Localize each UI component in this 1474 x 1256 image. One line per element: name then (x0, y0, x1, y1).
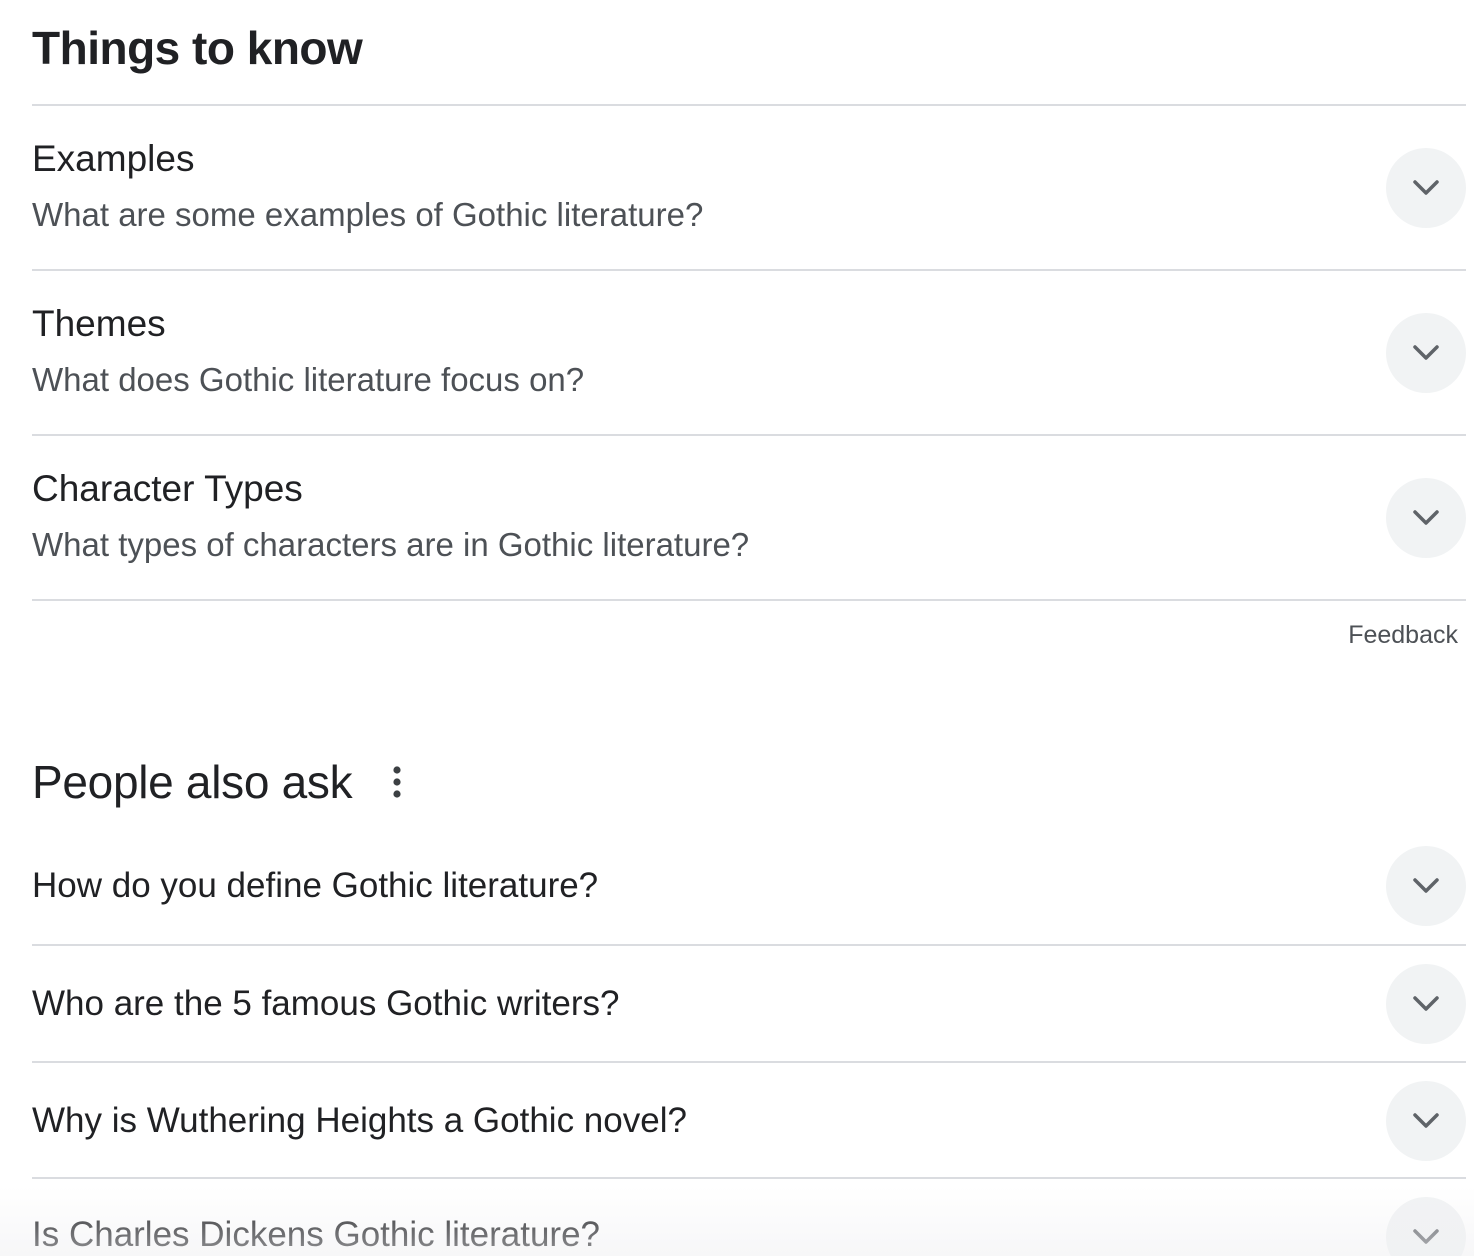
chevron-down-icon (1413, 345, 1439, 360)
expand-button[interactable] (1386, 148, 1466, 228)
chevron-down-icon (1413, 1229, 1439, 1244)
expand-button[interactable] (1386, 846, 1466, 926)
paa-question-row[interactable]: Is Charles Dickens Gothic literature? (32, 1179, 1466, 1256)
paa-question-row[interactable]: Who are the 5 famous Gothic writers? (32, 946, 1466, 1062)
item-heading: Themes (32, 303, 166, 344)
chevron-down-icon (1413, 878, 1439, 893)
paa-question-row[interactable]: How do you define Gothic literature? (32, 828, 1466, 944)
people-also-ask-title: People also ask (32, 756, 353, 808)
expand-button[interactable] (1386, 313, 1466, 393)
expand-button[interactable] (1386, 478, 1466, 558)
expand-button[interactable] (1386, 964, 1466, 1044)
things-to-know-item-themes[interactable]: Themes What does Gothic literature focus… (32, 271, 1466, 435)
things-to-know-item-examples[interactable]: Examples What are some examples of Gothi… (32, 106, 1466, 270)
expand-button[interactable] (1386, 1081, 1466, 1161)
paa-question-row[interactable]: Why is Wuthering Heights a Gothic novel? (32, 1063, 1466, 1179)
paa-question: Who are the 5 famous Gothic writers? (32, 984, 620, 1023)
item-heading: Examples (32, 138, 195, 179)
things-to-know-item-character-types[interactable]: Character Types What types of characters… (32, 436, 1466, 600)
feedback-link[interactable]: Feedback (1348, 618, 1458, 652)
item-question: What are some examples of Gothic literat… (32, 196, 704, 233)
chevron-down-icon (1413, 1113, 1439, 1128)
more-vert-icon (393, 766, 401, 798)
item-question: What does Gothic literature focus on? (32, 361, 585, 398)
expand-button[interactable] (1386, 1197, 1466, 1256)
paa-question: Is Charles Dickens Gothic literature? (32, 1215, 600, 1254)
paa-question: How do you define Gothic literature? (32, 866, 599, 905)
item-heading: Character Types (32, 468, 303, 509)
things-to-know-title: Things to know (32, 22, 363, 74)
chevron-down-icon (1413, 180, 1439, 195)
people-also-ask-header: People also ask (32, 752, 412, 812)
divider (32, 599, 1466, 601)
item-question: What types of characters are in Gothic l… (32, 526, 750, 563)
chevron-down-icon (1413, 510, 1439, 525)
chevron-down-icon (1413, 996, 1439, 1011)
paa-question: Why is Wuthering Heights a Gothic novel? (32, 1101, 687, 1140)
more-options-button[interactable] (382, 760, 412, 804)
